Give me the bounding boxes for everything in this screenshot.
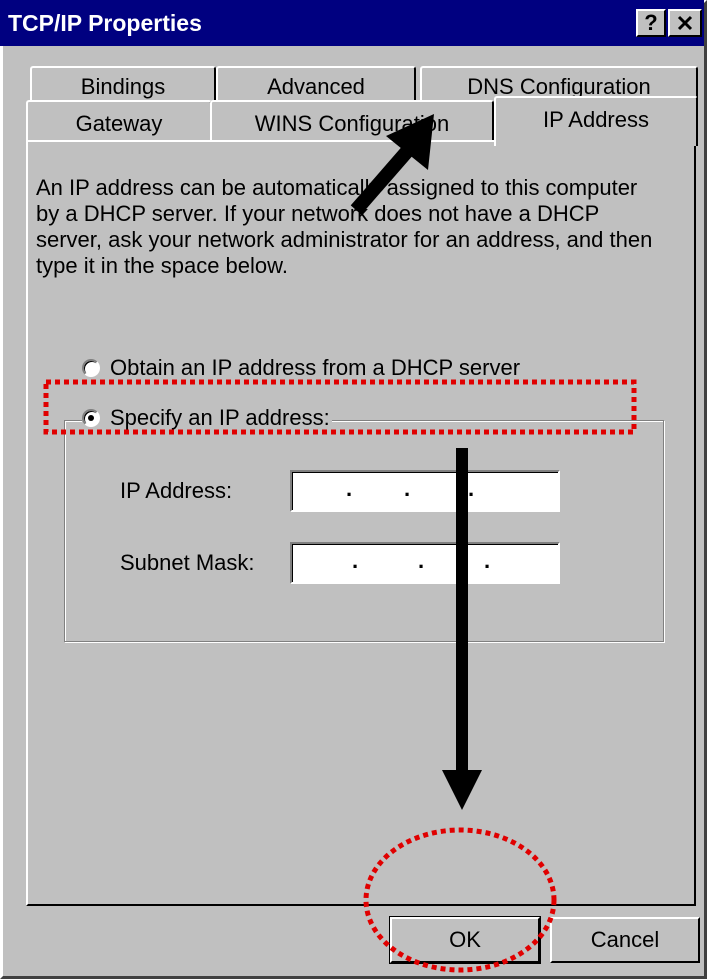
ip-separator: . <box>404 476 411 501</box>
close-icon <box>675 13 695 38</box>
specify-ip-radio[interactable] <box>82 409 100 427</box>
ip-separator: . <box>468 476 475 501</box>
obtain-ip-radio[interactable] <box>82 359 100 377</box>
description-text: An IP address can be automatically assig… <box>36 175 676 279</box>
ip-separator: . <box>418 548 425 573</box>
tab-bindings[interactable]: Bindings <box>30 66 216 104</box>
help-button[interactable]: ? <box>636 9 666 37</box>
tab-gateway[interactable]: Gateway <box>26 100 212 142</box>
subnet-mask-label: Subnet Mask: <box>120 550 255 575</box>
ip-separator: . <box>484 548 491 573</box>
cancel-button[interactable]: Cancel <box>550 917 700 963</box>
window-title: TCP/IP Properties <box>8 10 202 36</box>
specify-ip-option[interactable]: Specify an IP address: <box>82 404 332 432</box>
tab-label: IP Address <box>543 107 649 132</box>
description-line: type it in the space below. <box>36 253 288 278</box>
ip-address-label: IP Address: <box>120 478 233 503</box>
obtain-ip-option[interactable]: Obtain an IP address from a DHCP server <box>82 354 523 382</box>
specify-ip-label: Specify an IP address: <box>110 405 330 430</box>
tab-wins-configuration[interactable]: WINS Configuration <box>210 100 494 142</box>
description-line: by a DHCP server. If your network does n… <box>36 201 600 226</box>
ok-button[interactable]: OK <box>389 916 541 964</box>
obtain-ip-label: Obtain an IP address from a DHCP server <box>110 355 521 380</box>
tab-ip-address[interactable]: IP Address <box>494 96 698 146</box>
ip-address-groupbox <box>64 420 664 642</box>
title-bar: TCP/IP Properties ? <box>0 0 704 46</box>
ip-separator: . <box>346 476 353 501</box>
close-button[interactable] <box>668 9 702 37</box>
tab-advanced[interactable]: Advanced <box>216 66 416 104</box>
subnet-mask-field[interactable]: . . . <box>290 542 560 584</box>
description-line: An IP address can be automatically assig… <box>36 175 638 200</box>
ip-separator: . <box>352 548 359 573</box>
description-line: server, ask your network administrator f… <box>36 227 653 252</box>
ip-address-field[interactable]: . . . <box>290 470 560 512</box>
